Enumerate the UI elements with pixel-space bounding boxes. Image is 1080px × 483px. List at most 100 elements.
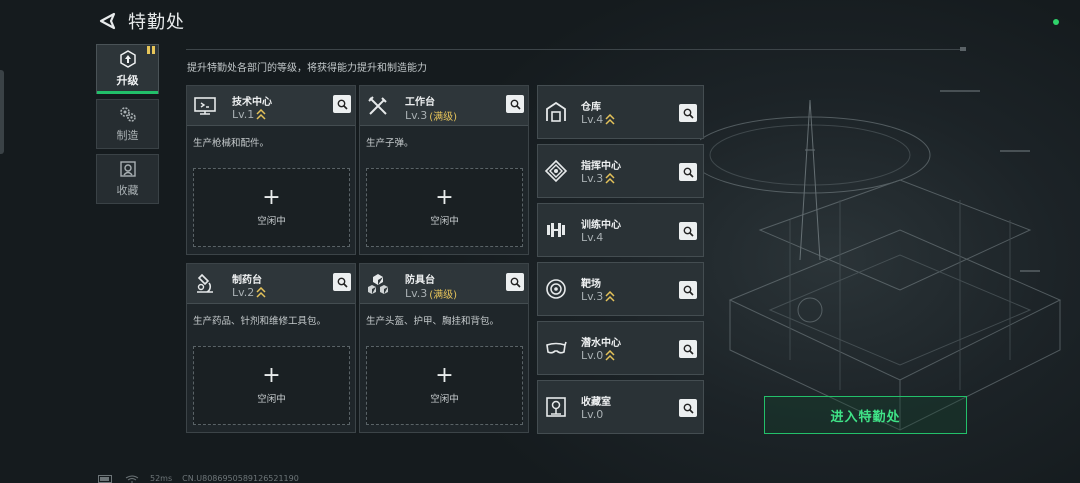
details-search-button[interactable] xyxy=(679,281,697,299)
tab-upgrade[interactable]: 升级 xyxy=(96,44,159,94)
level-text: Lv.3 xyxy=(405,109,428,122)
production-slot[interactable]: + 空闲中 xyxy=(193,346,350,425)
top-bar: 特勤处 xyxy=(96,8,185,34)
divider-mark xyxy=(960,47,966,51)
details-search-button[interactable] xyxy=(506,273,524,291)
details-search-button[interactable] xyxy=(679,222,697,240)
footer-info: 52ms CN.U8086950589126521190 xyxy=(98,474,299,483)
department-card-command-center[interactable]: 指挥中心 Lv.3 xyxy=(537,144,704,198)
left-edge-handle[interactable] xyxy=(0,70,4,154)
department-level: Lv.3 xyxy=(581,172,615,185)
connection-status-dot xyxy=(1053,19,1059,25)
notification-badge xyxy=(147,46,155,54)
department-name: 收藏室 xyxy=(581,397,611,408)
details-search-button[interactable] xyxy=(679,340,697,358)
back-button[interactable] xyxy=(96,10,118,32)
plus-icon: + xyxy=(262,362,281,388)
department-card-training-center[interactable]: 训练中心 Lv.4 xyxy=(537,203,704,257)
tab-label: 制造 xyxy=(116,129,139,142)
search-icon xyxy=(683,108,694,119)
divider xyxy=(186,49,964,50)
plus-icon: + xyxy=(262,184,281,210)
production-slot[interactable]: + 空闲中 xyxy=(366,168,523,247)
department-name: 工作台 xyxy=(405,97,435,108)
level-text: Lv.4 xyxy=(581,231,604,244)
slot-status: 空闲中 xyxy=(257,215,286,227)
level-text: Lv.3 xyxy=(581,290,604,303)
department-card-armor-bench[interactable]: 防具台 Lv.3 (满级) 生产头盔、护甲、胸挂和背包。 + 空闲中 xyxy=(359,263,529,433)
level-text: Lv.3 xyxy=(581,172,604,185)
level-text: Lv.4 xyxy=(581,113,604,126)
command-center-icon xyxy=(544,159,568,183)
department-name: 训练中心 xyxy=(581,220,621,231)
department-card-shooting-range[interactable]: 靶场 Lv.3 xyxy=(537,262,704,316)
tab-label: 收藏 xyxy=(116,184,139,197)
production-slot[interactable]: + 空闲中 xyxy=(193,168,350,247)
department-card-warehouse[interactable]: 仓库 Lv.4 xyxy=(537,85,704,139)
details-search-button[interactable] xyxy=(506,95,524,113)
upgrade-available-icon xyxy=(605,291,615,302)
max-level-tag: (满级) xyxy=(429,112,458,123)
tab-collection[interactable]: 收藏 xyxy=(96,154,159,204)
department-level: Lv.4 xyxy=(581,231,603,244)
department-level: Lv.1 xyxy=(232,108,266,121)
department-name: 靶场 xyxy=(581,279,601,290)
department-level: Lv.2 xyxy=(232,286,266,299)
level-text: Lv.0 xyxy=(581,408,604,421)
search-icon xyxy=(683,285,694,296)
details-search-button[interactable] xyxy=(679,399,697,417)
level-text: Lv.3 xyxy=(405,287,428,300)
upgrade-available-icon xyxy=(605,350,615,361)
search-icon xyxy=(683,403,694,414)
search-icon xyxy=(510,277,521,288)
department-name: 潜水中心 xyxy=(581,338,621,349)
upgrade-available-icon xyxy=(256,287,266,298)
page-title: 特勤处 xyxy=(128,12,185,33)
department-level: Lv.0 xyxy=(581,408,603,421)
ping-value: 52ms xyxy=(150,474,173,483)
upgrade-available-icon xyxy=(605,173,615,184)
enter-special-ops-button[interactable]: 进入特勤处 xyxy=(764,396,967,434)
department-name: 制药台 xyxy=(232,275,262,286)
tab-manufacture[interactable]: 制造 xyxy=(96,99,159,149)
collection-room-icon xyxy=(546,397,566,417)
battery-icon xyxy=(98,474,112,483)
details-search-button[interactable] xyxy=(333,95,351,113)
department-description: 生产子弹。 xyxy=(366,138,414,149)
department-level: Lv.3 (满级) xyxy=(405,286,457,301)
upgrade-available-icon xyxy=(256,109,266,120)
details-search-button[interactable] xyxy=(679,163,697,181)
tools-icon xyxy=(368,96,387,115)
details-search-button[interactable] xyxy=(333,273,351,291)
card-header: 防具台 Lv.3 (满级) xyxy=(360,264,528,304)
upgrade-icon xyxy=(119,50,136,68)
card-header: 技术中心 Lv.1 xyxy=(187,86,355,126)
search-icon xyxy=(683,344,694,355)
target-icon xyxy=(546,279,566,299)
department-card-pharmacy[interactable]: 制药台 Lv.2 生产药品、针剂和维修工具包。 + 空闲中 xyxy=(186,263,356,433)
max-level-tag: (满级) xyxy=(429,290,458,301)
details-search-button[interactable] xyxy=(679,104,697,122)
department-description: 生产药品、针剂和维修工具包。 xyxy=(193,316,327,327)
department-card-tech-center[interactable]: 技术中心 Lv.1 生产枪械和配件。 + 空闲中 xyxy=(186,85,356,255)
search-icon xyxy=(683,226,694,237)
dumbbell-icon xyxy=(547,223,565,237)
diving-mask-icon xyxy=(546,341,567,354)
department-level: Lv.3 (满级) xyxy=(405,108,457,123)
production-slot[interactable]: + 空闲中 xyxy=(366,346,523,425)
level-text: Lv.1 xyxy=(232,108,255,121)
department-card-collection-room[interactable]: 收藏室 Lv.0 xyxy=(537,380,704,434)
department-level: Lv.3 xyxy=(581,290,615,303)
microscope-icon xyxy=(197,273,213,293)
monitor-icon xyxy=(194,97,216,115)
armor-boxes-icon xyxy=(368,274,388,294)
upgrade-available-icon xyxy=(605,114,615,125)
search-icon xyxy=(510,99,521,110)
department-level: Lv.0 xyxy=(581,349,615,362)
card-header: 制药台 Lv.2 xyxy=(187,264,355,304)
department-description: 生产枪械和配件。 xyxy=(193,138,270,149)
department-card-diving-center[interactable]: 潜水中心 Lv.0 xyxy=(537,321,704,375)
department-description: 生产头盔、护甲、胸挂和背包。 xyxy=(366,316,500,327)
department-card-workbench[interactable]: 工作台 Lv.3 (满级) 生产子弹。 + 空闲中 xyxy=(359,85,529,255)
gears-icon xyxy=(119,107,136,122)
